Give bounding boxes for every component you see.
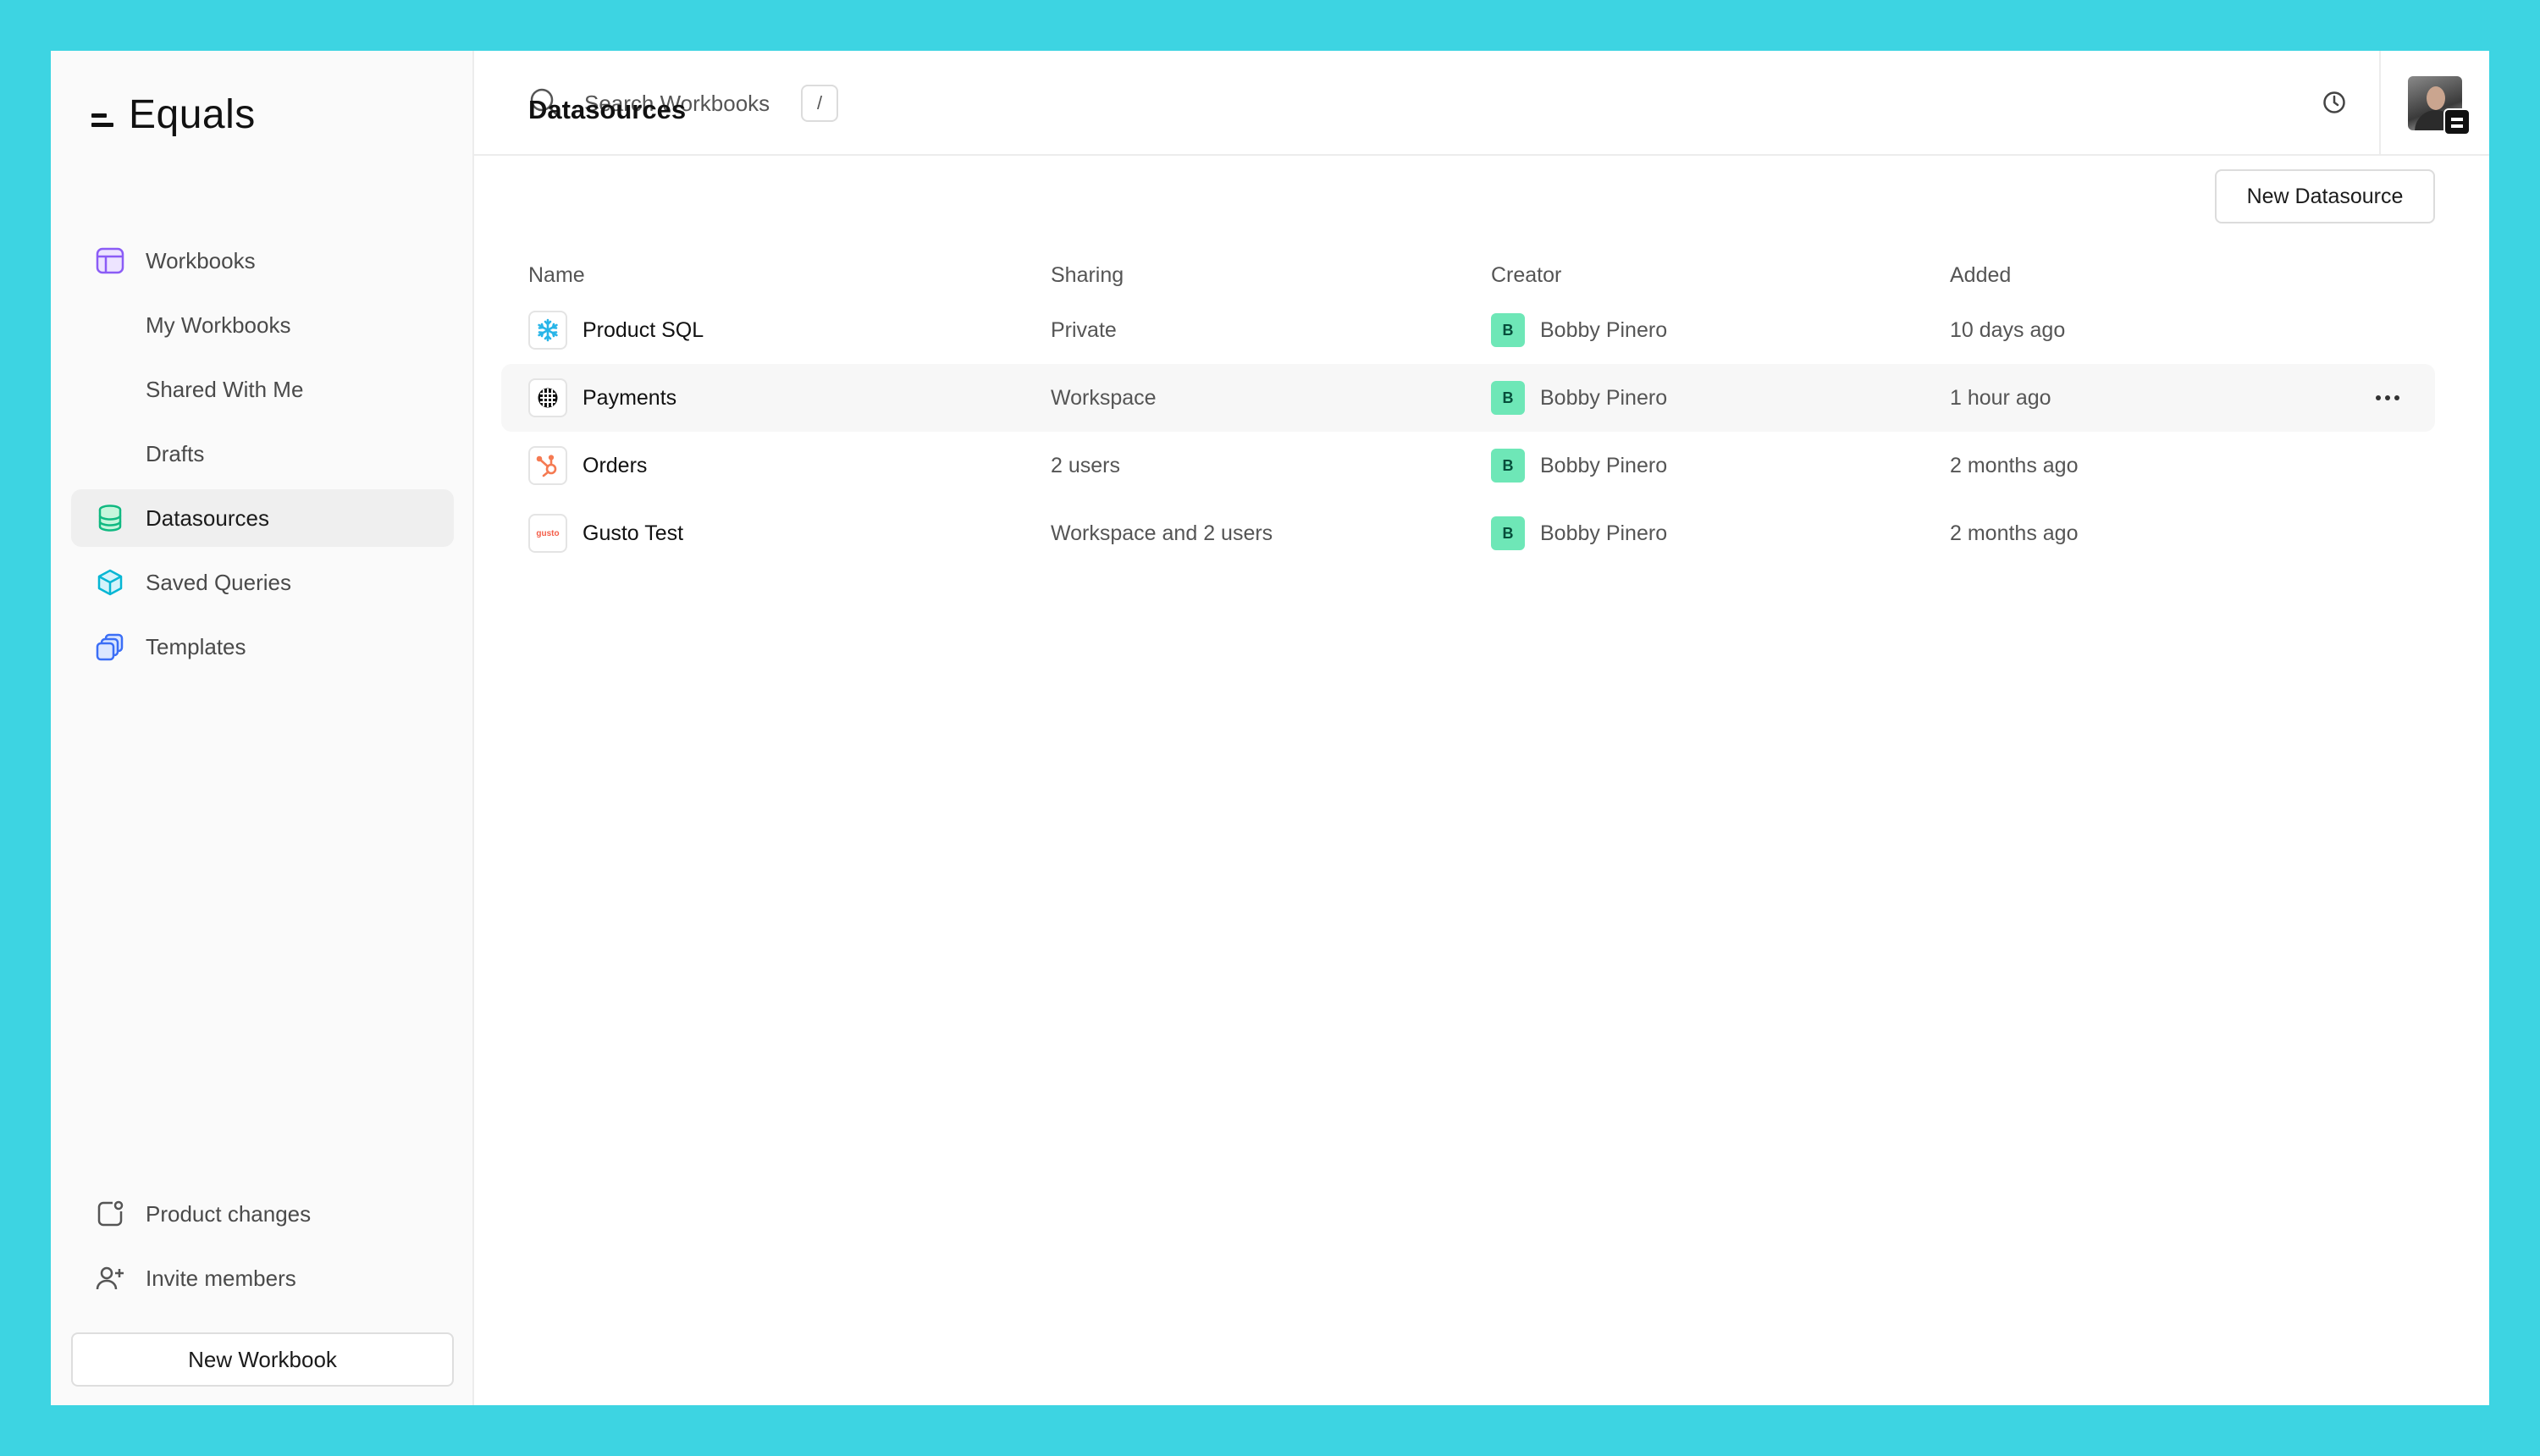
creator-cell: B Bobby Pinero (1491, 449, 1950, 483)
added-cell: 2 months ago (1950, 521, 2079, 545)
logo[interactable]: Equals (91, 91, 256, 138)
table-row[interactable]: Product SQL Private B Bobby Pinero 10 da… (501, 296, 2435, 364)
column-header-creator[interactable]: Creator (1491, 263, 1950, 288)
datasource-name[interactable]: Product SQL (583, 318, 704, 343)
column-header-added[interactable]: Added (1950, 263, 2435, 288)
sidebar-nav: Workbooks My Workbooks Shared With Me Dr… (71, 232, 454, 682)
sidebar-item-label: Templates (146, 633, 246, 659)
topbar: / (474, 51, 2489, 156)
creator-name: Bobby Pinero (1540, 317, 1668, 342)
workspace-badge-icon (2443, 108, 2471, 135)
logo-text: Equals (129, 92, 256, 137)
creator-cell: B Bobby Pinero (1491, 313, 1950, 347)
table-header: Name Sharing Creator Added (501, 254, 2435, 296)
datasource-name[interactable]: Payments (583, 386, 676, 411)
sidebar-item-invite-members[interactable]: Invite members (71, 1249, 454, 1307)
creator-name: Bobby Pinero (1540, 521, 1668, 545)
table-row[interactable]: gusto Gusto Test Workspace and 2 users B… (501, 499, 2435, 567)
row-name-cell: Payments (528, 378, 1051, 417)
templates-icon (95, 631, 125, 662)
row-name-cell: Product SQL (528, 311, 1051, 350)
added-cell: 1 hour ago (1950, 385, 2051, 410)
database-icon (95, 503, 125, 533)
sidebar-item-label: Saved Queries (146, 569, 291, 595)
gusto-logo-text: gusto (536, 528, 560, 538)
sidebar-item-product-changes[interactable]: Product changes (71, 1185, 454, 1243)
user-menu[interactable] (2379, 51, 2489, 156)
creator-avatar: B (1491, 516, 1525, 550)
stripe-like-icon (528, 378, 567, 417)
table-row[interactable]: Orders 2 users B Bobby Pinero 2 months a… (501, 432, 2435, 499)
sharing-cell: Private (1051, 317, 1117, 342)
creator-avatar: B (1491, 381, 1525, 415)
creator-cell: B Bobby Pinero (1491, 381, 1950, 415)
creator-name: Bobby Pinero (1540, 385, 1668, 410)
datasources-table: Name Sharing Creator Added Product SQL P… (501, 254, 2435, 567)
sidebar-item-templates[interactable]: Templates (71, 618, 454, 676)
sidebar: Equals Workbooks My Workbooks Shared Wit… (51, 51, 474, 1405)
sidebar-item-workbooks[interactable]: Workbooks (71, 232, 454, 290)
sidebar-item-label: Product changes (146, 1200, 312, 1227)
sidebar-item-shared-with-me[interactable]: Shared With Me (71, 361, 454, 418)
creator-avatar: B (1491, 449, 1525, 483)
new-datasource-button[interactable]: New Datasource (2215, 169, 2435, 223)
datasource-name[interactable]: Gusto Test (583, 521, 683, 546)
workbook-icon (95, 245, 125, 276)
main-content: / Datasources New Datasource Name Sharin… (474, 51, 2489, 1405)
hubspot-icon (528, 446, 567, 485)
sidebar-item-label: Invite members (146, 1265, 296, 1291)
row-name-cell: gusto Gusto Test (528, 514, 1051, 553)
invite-user-icon (95, 1263, 125, 1293)
sidebar-item-my-workbooks[interactable]: My Workbooks (71, 296, 454, 354)
page-title: Datasources (528, 95, 687, 124)
gusto-icon: gusto (528, 514, 567, 553)
search-shortcut-key: / (801, 85, 838, 122)
sidebar-item-label: Workbooks (146, 247, 256, 273)
equals-logo-icon (91, 112, 113, 130)
creator-name: Bobby Pinero (1540, 453, 1668, 477)
sidebar-item-label: My Workbooks (146, 312, 291, 338)
snowflake-icon (528, 311, 567, 350)
sharing-cell: Workspace and 2 users (1051, 521, 1273, 545)
product-changes-icon (95, 1199, 125, 1229)
new-workbook-button[interactable]: New Workbook (71, 1332, 454, 1387)
sidebar-item-datasources[interactable]: Datasources (71, 489, 454, 547)
table-row[interactable]: Payments Workspace B Bobby Pinero 1 hour… (501, 364, 2435, 432)
added-cell: 10 days ago (1950, 317, 2066, 342)
datasource-name[interactable]: Orders (583, 454, 647, 478)
clock-icon[interactable] (2322, 90, 2347, 119)
cube-icon (95, 567, 125, 598)
sidebar-item-drafts[interactable]: Drafts (71, 425, 454, 483)
column-header-name[interactable]: Name (528, 263, 1051, 288)
added-cell: 2 months ago (1950, 453, 2079, 477)
column-header-sharing[interactable]: Sharing (1051, 263, 1491, 288)
row-name-cell: Orders (528, 446, 1051, 485)
creator-avatar: B (1491, 313, 1525, 347)
sharing-cell: Workspace (1051, 385, 1157, 410)
sidebar-item-label: Drafts (146, 440, 205, 466)
creator-cell: B Bobby Pinero (1491, 516, 1950, 550)
app-window: Equals Workbooks My Workbooks Shared Wit… (51, 51, 2489, 1405)
sharing-cell: 2 users (1051, 453, 1120, 477)
sidebar-item-label: Shared With Me (146, 376, 304, 402)
sidebar-bottom: Product changes Invite members (71, 1185, 454, 1314)
sidebar-item-label: Datasources (146, 505, 269, 531)
more-options-icon[interactable] (2371, 383, 2405, 413)
sidebar-item-saved-queries[interactable]: Saved Queries (71, 554, 454, 611)
